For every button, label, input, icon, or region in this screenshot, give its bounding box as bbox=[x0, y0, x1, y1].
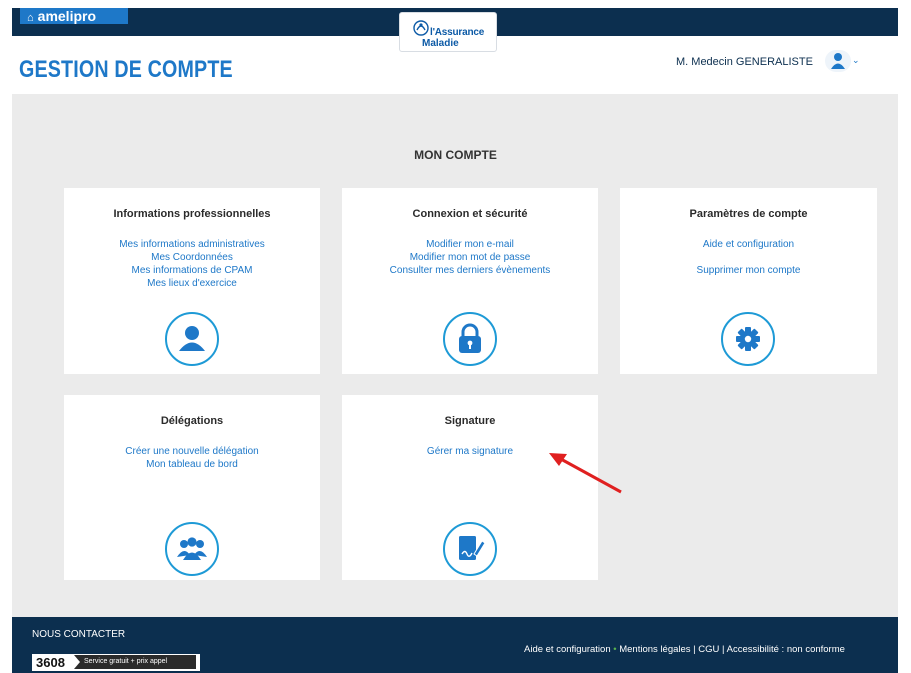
card-connexion-securite: Connexion et sécurité Modifier mon e-mai… bbox=[342, 188, 598, 374]
footer-link-accessibilite[interactable]: Accessibilité : non conforme bbox=[727, 644, 845, 655]
card-parametres-compte: Paramètres de compte Aide et configurati… bbox=[620, 188, 877, 374]
footer-link-mentions[interactable]: Mentions légales bbox=[619, 644, 690, 655]
card-delegations: Délégations Créer une nouvelle délégatio… bbox=[64, 395, 320, 580]
link-lieux-exercice[interactable]: Mes lieux d'exercice bbox=[64, 277, 320, 290]
link-derniers-evenements[interactable]: Consulter mes derniers évènements bbox=[342, 264, 598, 277]
link-aide-configuration[interactable]: Aide et configuration bbox=[620, 238, 877, 251]
signature-icon bbox=[459, 536, 486, 560]
logo-glyph-icon bbox=[413, 20, 429, 36]
person-icon bbox=[179, 326, 205, 351]
gear-icon-button[interactable] bbox=[721, 312, 775, 366]
link-modifier-mot-de-passe[interactable]: Modifier mon mot de passe bbox=[342, 251, 598, 264]
lock-icon-button[interactable] bbox=[443, 312, 497, 366]
link-modifier-email[interactable]: Modifier mon e-mail bbox=[342, 238, 598, 251]
link-supprimer-compte[interactable]: Supprimer mon compte bbox=[620, 264, 877, 277]
logo-line1: l'Assurance bbox=[430, 27, 485, 38]
card-title: Paramètres de compte bbox=[689, 208, 808, 220]
red-arrow-icon bbox=[549, 453, 622, 494]
footer-sep: | bbox=[693, 644, 696, 655]
person-icon-button[interactable] bbox=[165, 312, 219, 366]
lock-icon bbox=[459, 323, 481, 353]
card-title: Signature bbox=[444, 415, 496, 427]
user-menu-button[interactable] bbox=[825, 50, 851, 72]
phone-tag: Service gratuit + prix appel bbox=[74, 655, 196, 669]
brand-link[interactable]: ⌂ amelipro bbox=[20, 8, 128, 24]
link-nouvelle-delegation[interactable]: Créer une nouvelle délégation bbox=[64, 445, 320, 458]
link-tableau-de-bord[interactable]: Mon tableau de bord bbox=[64, 458, 320, 471]
logo-line2: Maladie bbox=[422, 38, 459, 49]
card-title: Informations professionnelles bbox=[113, 208, 271, 220]
assurance-maladie-logo[interactable]: l'Assurance Maladie bbox=[399, 12, 497, 52]
footer-link-cgu[interactable]: CGU bbox=[698, 644, 719, 655]
phone-number: 3608 bbox=[36, 655, 65, 670]
link-coordonnees[interactable]: Mes Coordonnées bbox=[64, 251, 320, 264]
card-title: Délégations bbox=[160, 415, 224, 427]
footer-link-aide[interactable]: Aide et configuration bbox=[524, 644, 611, 655]
group-icon bbox=[177, 537, 207, 560]
card-informations-professionnelles: Informations professionnelles Mes inform… bbox=[64, 188, 320, 374]
link-informations-cpam[interactable]: Mes informations de CPAM bbox=[64, 264, 320, 277]
home-icon: ⌂ bbox=[27, 12, 34, 24]
link-informations-administratives[interactable]: Mes informations administratives bbox=[64, 238, 320, 251]
footer-dot: • bbox=[613, 644, 617, 655]
footer-sep: | bbox=[722, 644, 725, 655]
gear-icon bbox=[736, 327, 760, 351]
brand-name: amelipro bbox=[37, 8, 97, 24]
user-icon bbox=[831, 53, 845, 69]
user-name[interactable]: M. Medecin GENERALISTE bbox=[676, 56, 813, 68]
contact-heading[interactable]: NOUS CONTACTER bbox=[32, 629, 125, 640]
section-title: MON COMPTE bbox=[414, 148, 497, 162]
chevron-down-icon[interactable]: ⌄ bbox=[852, 55, 860, 66]
signature-icon-button[interactable] bbox=[443, 522, 497, 576]
group-icon-button[interactable] bbox=[165, 522, 219, 576]
card-title: Connexion et sécurité bbox=[412, 208, 528, 220]
page-title: GESTION DE COMPTE bbox=[19, 56, 233, 83]
footer-links: Aide et configuration • Mentions légales… bbox=[524, 644, 845, 655]
